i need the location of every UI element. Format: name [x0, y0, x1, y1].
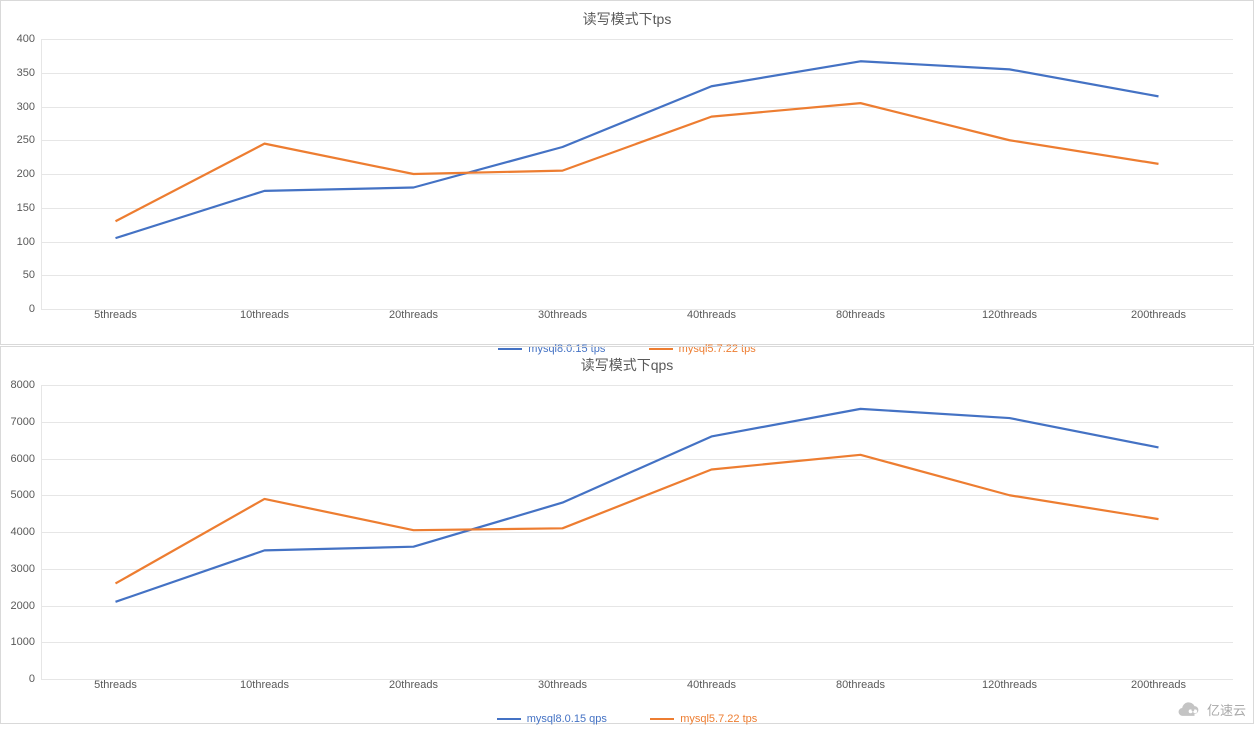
- x-tick-label: 200threads: [1131, 309, 1186, 321]
- x-tick-label: 30threads: [538, 309, 587, 321]
- x-tick-label: 40threads: [687, 309, 736, 321]
- y-tick-label: 250: [1, 134, 35, 146]
- y-tick-label: 0: [1, 303, 35, 315]
- y-tick-label: 8000: [1, 379, 35, 391]
- legend-item-mysql57-qps: mysql5.7.22 tps: [650, 713, 757, 725]
- x-tick-label: 10threads: [240, 309, 289, 321]
- y-tick-label: 50: [1, 269, 35, 281]
- qps-plot-area: 010002000300040005000600070008000: [41, 385, 1233, 679]
- legend-item-mysql8-qps: mysql8.0.15 qps: [497, 713, 607, 725]
- x-tick-label: 80threads: [836, 309, 885, 321]
- qps-legend: mysql8.0.15 qps mysql5.7.22 tps: [1, 699, 1253, 737]
- tps-plot-area: 050100150200250300350400: [41, 39, 1233, 309]
- watermark-text: 亿速云: [1207, 700, 1246, 719]
- x-tick-label: 5threads: [94, 679, 137, 691]
- series-line: [116, 61, 1159, 238]
- line-layer: [41, 385, 1233, 679]
- y-tick-label: 7000: [1, 416, 35, 428]
- tps-chart-title: 读写模式下tps: [1, 1, 1253, 33]
- x-tick-label: 30threads: [538, 679, 587, 691]
- tps-chart-panel: 读写模式下tps 050100150200250300350400 5threa…: [0, 0, 1254, 345]
- series-line: [116, 103, 1159, 221]
- series-line: [116, 409, 1159, 602]
- cloud-icon: [1175, 701, 1201, 719]
- legend-label: mysql8.0.15 qps: [527, 713, 607, 725]
- tps-x-axis: 5threads 10threads 20threads 30threads 40thr…: [41, 309, 1233, 329]
- legend-swatch-icon: [650, 718, 674, 720]
- y-tick-label: 6000: [1, 453, 35, 465]
- y-tick-label: 150: [1, 202, 35, 214]
- x-tick-label: 120threads: [982, 679, 1037, 691]
- y-tick-label: 350: [1, 67, 35, 79]
- y-tick-label: 400: [1, 33, 35, 45]
- qps-chart-panel: 读写模式下qps 0100020003000400050006000700080…: [0, 346, 1254, 724]
- y-tick-label: 0: [1, 673, 35, 685]
- qps-x-axis: 5threads 10threads 20threads 30threads 40thr…: [41, 679, 1233, 699]
- y-tick-label: 1000: [1, 636, 35, 648]
- x-tick-label: 40threads: [687, 679, 736, 691]
- y-tick-label: 4000: [1, 526, 35, 538]
- y-tick-label: 200: [1, 168, 35, 180]
- x-tick-label: 5threads: [94, 309, 137, 321]
- x-tick-label: 20threads: [389, 309, 438, 321]
- y-tick-label: 100: [1, 236, 35, 248]
- x-tick-label: 10threads: [240, 679, 289, 691]
- x-tick-label: 200threads: [1131, 679, 1186, 691]
- watermark: 亿速云: [1175, 700, 1246, 719]
- legend-label: mysql5.7.22 tps: [680, 713, 757, 725]
- x-tick-label: 80threads: [836, 679, 885, 691]
- y-tick-label: 2000: [1, 600, 35, 612]
- legend-swatch-icon: [497, 718, 521, 720]
- series-line: [116, 455, 1159, 584]
- y-tick-label: 5000: [1, 489, 35, 501]
- y-tick-label: 300: [1, 101, 35, 113]
- y-tick-label: 3000: [1, 563, 35, 575]
- qps-chart-title: 读写模式下qps: [1, 347, 1253, 379]
- line-layer: [41, 39, 1233, 309]
- x-tick-label: 20threads: [389, 679, 438, 691]
- x-tick-label: 120threads: [982, 309, 1037, 321]
